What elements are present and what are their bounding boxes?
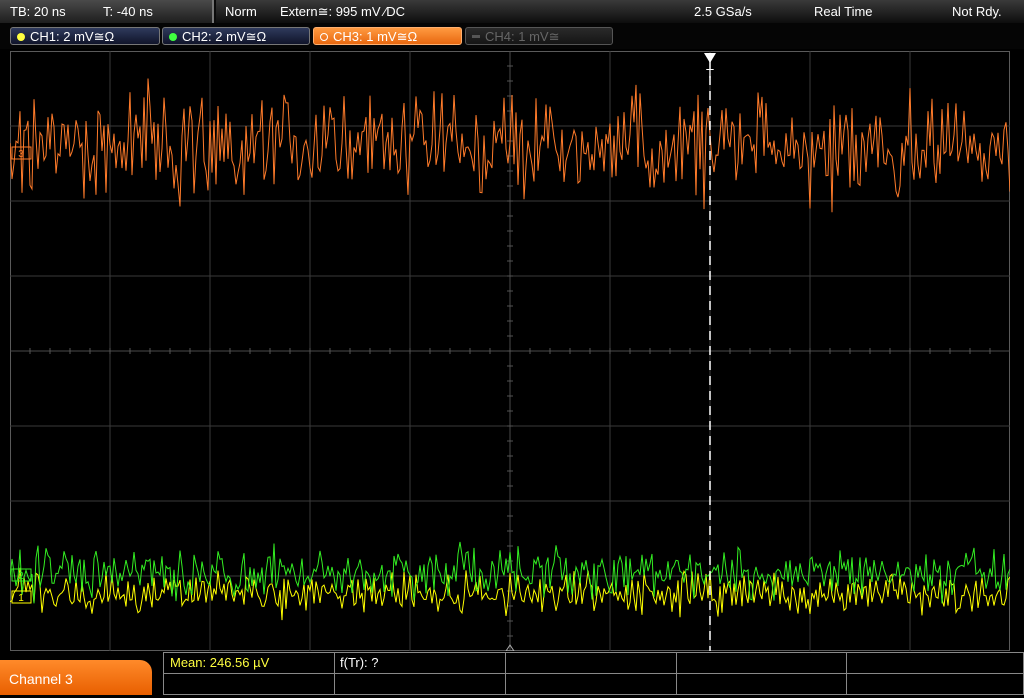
waveform-display[interactable]: T 3 2 1 bbox=[10, 51, 1010, 651]
ready-state: Not Rdy. bbox=[952, 4, 1002, 19]
ch3-label: CH3: 1 mV≅Ω bbox=[333, 29, 418, 44]
frequency-measurement: f(Tr): ? bbox=[340, 655, 379, 670]
ch2-indicator-icon bbox=[169, 33, 177, 41]
trigger-time-value: T: -40 ns bbox=[103, 4, 153, 19]
timebase-box[interactable]: TB: 20 ns T: -40 ns bbox=[0, 0, 214, 23]
timebase-value: TB: 20 ns bbox=[10, 4, 66, 19]
channel-tabs: CH1: 2 mV≅Ω CH2: 2 mV≅Ω CH3: 1 mV≅Ω CH4:… bbox=[0, 23, 1024, 49]
ch1-label: CH1: 2 mV≅Ω bbox=[30, 29, 115, 44]
table-row-divider bbox=[164, 673, 1023, 674]
ch4-indicator-icon bbox=[472, 35, 480, 38]
trigger-box[interactable]: Norm Extern≅: 995 mV ⁄DC 2.5 GSa/s Real … bbox=[216, 0, 1024, 23]
trigger-mode: Norm bbox=[225, 4, 257, 19]
tab-ch1[interactable]: CH1: 2 mV≅Ω bbox=[10, 27, 160, 45]
status-bar: TB: 20 ns T: -40 ns Norm Extern≅: 995 mV… bbox=[0, 0, 1024, 23]
measurement-table: Mean: 246.56 µV f(Tr): ? bbox=[163, 652, 1024, 695]
ch2-label: CH2: 2 mV≅Ω bbox=[182, 29, 267, 44]
trigger-source: Extern≅: 995 mV ⁄DC bbox=[280, 4, 406, 19]
mean-measurement: Mean: 246.56 µV bbox=[170, 655, 270, 670]
ch3-marker-label: 3 bbox=[18, 149, 24, 160]
tab-ch2[interactable]: CH2: 2 mV≅Ω bbox=[162, 27, 310, 45]
ch1-marker-label: 1 bbox=[18, 593, 24, 604]
channel-menu-button[interactable]: Channel 3 bbox=[0, 660, 152, 695]
ch4-label: CH4: 1 mV≅ bbox=[485, 29, 560, 44]
tab-ch4[interactable]: CH4: 1 mV≅ bbox=[465, 27, 613, 45]
waveform-svg: T 3 2 1 bbox=[10, 51, 1010, 651]
trigger-marker-label: T bbox=[706, 66, 714, 81]
ch1-indicator-icon bbox=[17, 33, 25, 41]
ch3-indicator-icon bbox=[320, 33, 328, 41]
bottom-bar: Channel 3 Mean: 246.56 µV f(Tr): ? bbox=[0, 652, 1024, 695]
ch2-marker-label: 2 bbox=[18, 571, 24, 582]
tab-ch3[interactable]: CH3: 1 mV≅Ω bbox=[313, 27, 462, 45]
sample-rate: 2.5 GSa/s bbox=[694, 4, 752, 19]
acquisition-mode: Real Time bbox=[814, 4, 873, 19]
